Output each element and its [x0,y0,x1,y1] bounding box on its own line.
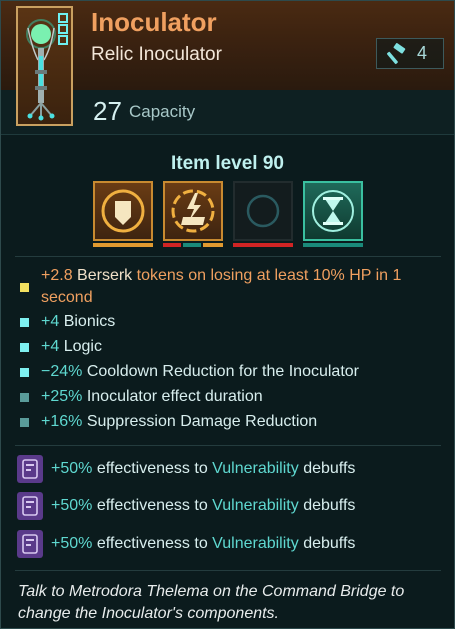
stat-text: Inoculator effect duration [86,388,263,405]
stat-duration: +25% Inoculator effect duration [41,386,441,408]
mod-slot-2[interactable] [163,181,223,241]
stat-keyword: Berserk [77,267,133,284]
effect-row: +50% effectiveness to Vulnerability debu… [51,460,355,478]
stat-bullet [20,368,29,377]
effect-text: effectiveness to [96,497,208,514]
inoculator-item-icon [16,6,73,126]
effect-text: effectiveness to [96,535,208,552]
mod-slot-4[interactable] [303,181,363,241]
effect-value: +50% [51,535,93,552]
stat-value: +4 [41,313,60,330]
effect-suffix: debuffs [303,535,356,552]
stat-cooldown: −24% Cooldown Reduction for the Inoculat… [41,361,441,383]
effect-suffix: debuffs [303,460,356,477]
effect-value: +50% [51,460,93,477]
effect-text: effectiveness to [96,460,208,477]
stat-bionics: +4 Bionics [41,311,441,333]
stat-text: Cooldown Reduction for the Inoculator [86,363,359,380]
stat-berserk: +2.8 Berserk tokens on losing at least 1… [41,265,441,309]
stat-text: Suppression Damage Reduction [86,413,318,430]
stat-bullet [20,343,29,352]
capacity-value: 27 [93,96,122,126]
gear-score-badge: 4 [376,38,444,69]
effect-value: +50% [51,497,93,514]
effect-keyword: Vulnerability [212,460,299,477]
mod-2-bar-gold [203,243,223,247]
mod-4-bar [303,243,363,247]
item-type: Relic Inoculator [91,44,222,65]
footer-hint: Talk to Metrodora Thelema on the Command… [18,583,405,622]
stat-value: +25% [41,388,83,405]
hourglass-mod-icon [312,190,354,232]
empty-slot-icon [246,194,280,228]
divider [15,256,441,257]
stat-logic: +4 Logic [41,336,441,358]
effect-keyword: Vulnerability [212,535,299,552]
stat-value: +2.8 [41,267,73,284]
stat-suppression: +16% Suppression Damage Reduction [41,411,441,433]
item-name: Inoculator [91,7,217,37]
mod-slot-3[interactable] [233,181,293,241]
vulnerability-effect-icon [17,492,43,520]
mod-3-bar [233,243,293,247]
stat-value: +16% [41,413,83,430]
stat-text: Logic [63,338,102,355]
stat-bullet [20,318,29,327]
divider [15,570,441,571]
capacity-label: Capacity [129,102,196,121]
stat-bullet [20,393,29,402]
effect-keyword: Vulnerability [212,497,299,514]
stat-value: −24% [41,363,83,380]
vulnerability-effect-icon [17,530,43,558]
mod-2-bar-teal [183,243,201,247]
vulnerability-effect-icon [17,455,43,483]
hammer-icon [387,43,406,65]
effect-suffix: debuffs [303,497,356,514]
mod-2-bar-red [163,243,181,247]
divider [15,445,441,446]
gear-score-value: 4 [417,43,428,63]
effect-row: +50% effectiveness to Vulnerability debu… [51,497,355,515]
shield-mod-icon [101,189,145,233]
item-level: Item level 90 [170,153,285,174]
item-tooltip: Inoculator Relic Inoculator 4 27 Capacit… [0,0,455,629]
mod-1-bar [93,243,153,247]
stat-text: Bionics [63,313,116,330]
lightning-mod-icon [171,189,215,233]
stat-bullet [20,418,29,427]
effect-row: +50% effectiveness to Vulnerability debu… [51,535,355,553]
stat-bullet [20,283,29,292]
stat-value: +4 [41,338,60,355]
mod-slot-1[interactable] [93,181,153,241]
